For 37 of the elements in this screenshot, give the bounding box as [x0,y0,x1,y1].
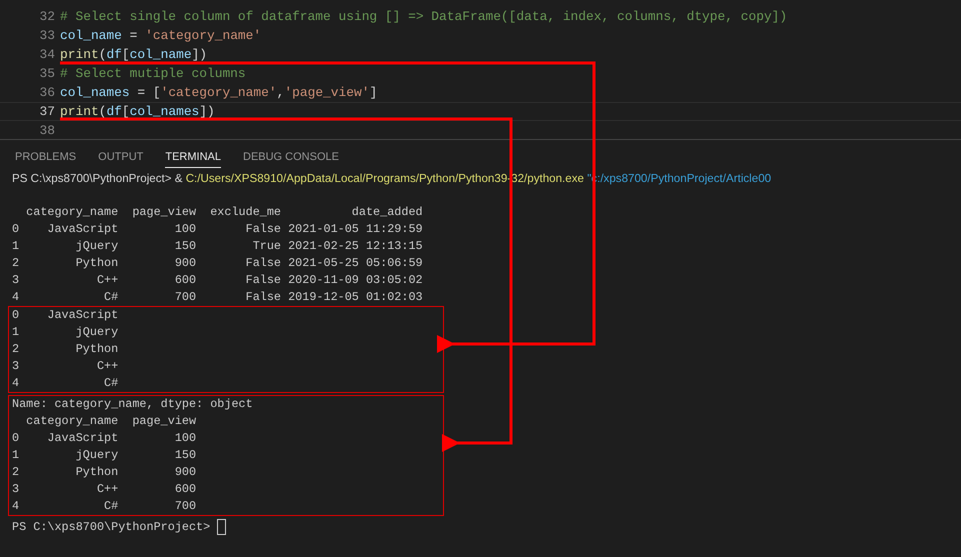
panel-tab[interactable]: DEBUG CONSOLE [243,147,339,168]
terminal-output-line: 2 Python 900 [12,464,198,481]
code-line: print(df[col_name]) [60,47,208,62]
terminal-output-line: 1 jQuery [12,324,120,341]
code-line: print(df[col_names]) [60,104,215,119]
line-number: 35 [38,66,55,81]
terminal-output-line: 3 C++ 600 [12,481,198,498]
line-number: 37 [38,104,55,119]
terminal-output-line: 4 C# 700 [12,498,198,515]
terminal-output-line: 4 C# 700 False 2019-12-05 01:02:03 [12,289,424,306]
line-number: 38 [38,123,55,138]
terminal-output-line: category_name page_view exclude_me date_added [25,204,424,221]
line-number: 32 [38,9,55,24]
line-number: 36 [38,85,55,100]
terminal-output-line: 1 jQuery 150 [12,447,198,464]
terminal-output-line: 3 C++ 600 False 2020-11-09 03:05:02 [12,272,424,289]
terminal-output-line: Name: category_name, dtype: object [12,396,254,413]
terminal-output-line: 3 C++ [12,358,120,375]
code-line: col_name = 'category_name' [60,28,262,43]
terminal-output-line: category_name page_view [25,413,198,430]
panel-tab[interactable]: PROBLEMS [15,147,76,168]
terminal-output-line: 4 C# [12,375,120,392]
terminal-cursor [217,518,226,534]
terminal-output-line: 1 jQuery 150 True 2021-02-25 12:13:15 [12,238,424,255]
line-number: 33 [38,28,55,43]
code-line: # Select mutiple columns [60,66,246,81]
panel-tab[interactable]: OUTPUT [98,147,144,168]
terminal-prompt: PS C:\xps8700\PythonProject> [12,520,210,534]
terminal-output-line: 0 JavaScript 100 False 2021-01-05 11:29:59 [12,221,424,238]
terminal-output-line: 2 Python [12,341,120,358]
code-line: col_names = ['category_name','page_view'] [60,85,378,100]
terminal-output-line: 0 JavaScript 100 [12,430,198,447]
terminal-output-line: 0 JavaScript [12,307,120,324]
terminal-output-line: 2 Python 900 False 2021-05-25 05:06:59 [12,255,424,272]
line-number: 34 [38,47,55,62]
panel-tab[interactable]: TERMINAL [165,147,221,168]
code-line: # Select single column of dataframe using [] => DataFrame([data, index, columns, dtype, copy]) [60,9,788,24]
